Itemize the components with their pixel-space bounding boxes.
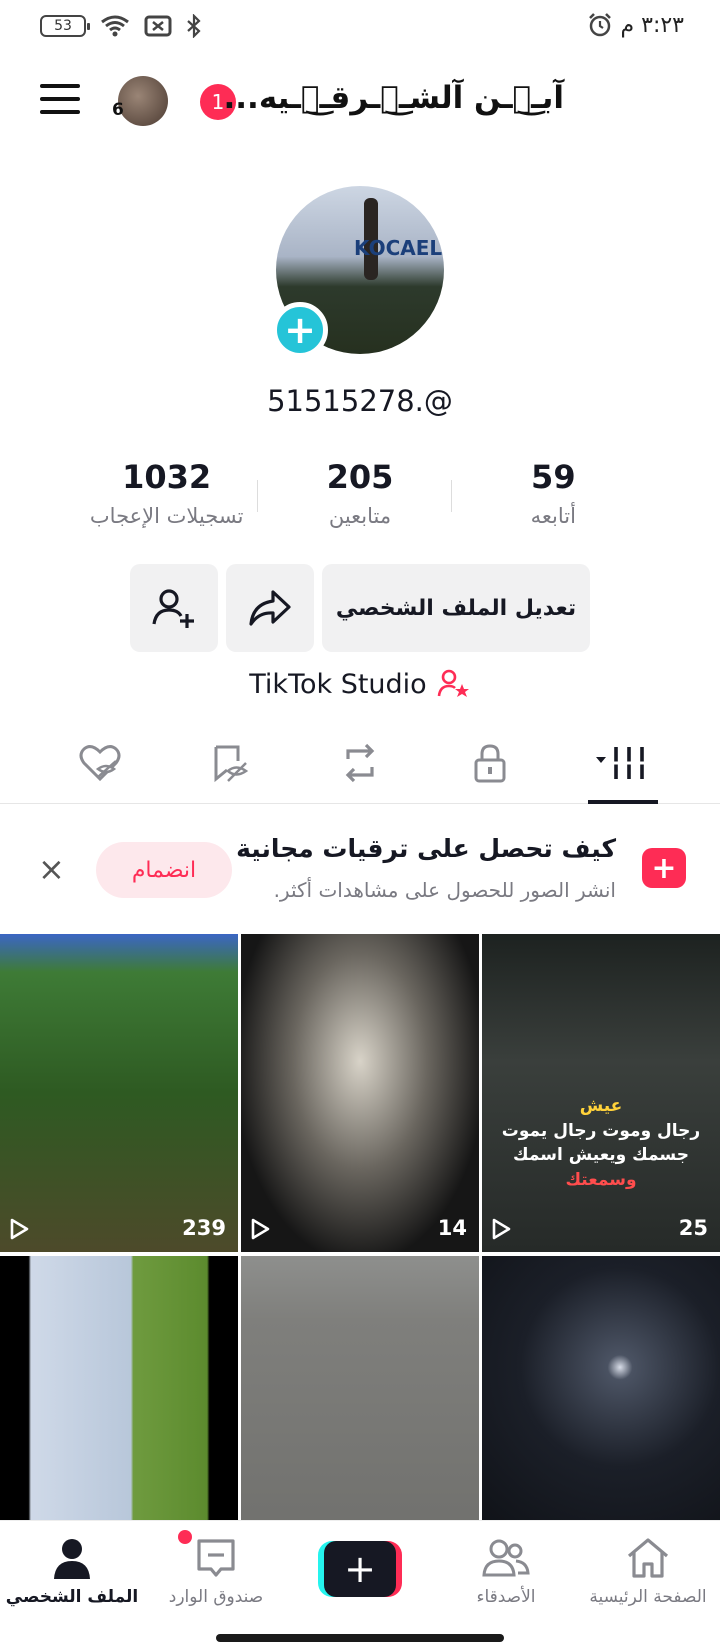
home-indicator[interactable] bbox=[216, 1634, 504, 1642]
bookmark-hidden-icon bbox=[214, 745, 249, 783]
creator-star-icon bbox=[437, 669, 469, 697]
stat-followers[interactable]: 205 متابعين bbox=[257, 458, 456, 548]
share-icon bbox=[249, 590, 291, 626]
sim-off-icon bbox=[144, 15, 172, 37]
add-friends-button[interactable] bbox=[130, 564, 218, 652]
bluetooth-icon bbox=[187, 14, 201, 38]
home-icon bbox=[578, 1533, 718, 1583]
stat-likes[interactable]: 1032 تسجيلات الإعجاب bbox=[70, 458, 263, 548]
view-count: 239 bbox=[182, 1216, 226, 1240]
profile-stats: 1032 تسجيلات الإعجاب 205 متابعين 59 أتاب… bbox=[70, 458, 650, 548]
lock-icon bbox=[474, 744, 506, 783]
profile-icon bbox=[2, 1533, 142, 1583]
add-story-button[interactable]: + bbox=[272, 302, 328, 358]
bottom-navigation: الملف الشخصي صندوق الوارد + الأصدقاء الص… bbox=[0, 1520, 720, 1632]
tab-liked[interactable] bbox=[70, 738, 130, 788]
tab-favorites[interactable] bbox=[200, 738, 260, 788]
close-icon[interactable]: × bbox=[38, 850, 65, 888]
edit-profile-button[interactable]: تعديل الملف الشخصي bbox=[322, 564, 590, 652]
nav-inbox[interactable]: صندوق الوارد bbox=[146, 1533, 286, 1607]
caption-line: عيش bbox=[579, 1096, 623, 1116]
menu-icon bbox=[40, 84, 80, 88]
user-handle: 51515278.@ bbox=[267, 384, 453, 418]
nav-label: صندوق الوارد bbox=[168, 1587, 264, 1607]
stat-label: تسجيلات الإعجاب bbox=[89, 504, 244, 528]
caption-line: رجال وموت رجال يموت bbox=[501, 1120, 701, 1141]
inbox-icon bbox=[146, 1533, 286, 1583]
tab-reposts[interactable] bbox=[330, 738, 390, 788]
stat-divider bbox=[450, 480, 452, 512]
clock-time: ٣:٢٣ م bbox=[620, 12, 685, 38]
video-thumbnail[interactable]: 239 bbox=[0, 934, 238, 1252]
add-user-icon bbox=[152, 589, 194, 628]
promo-title: كيف تحصل على ترقيات مجانية bbox=[236, 834, 616, 863]
view-count: 25 bbox=[678, 1216, 708, 1240]
nav-home[interactable]: الصفحة الرئيسية bbox=[578, 1533, 718, 1607]
avatar-badge: 6 bbox=[112, 100, 124, 120]
create-button[interactable]: + bbox=[318, 1541, 402, 1597]
stat-value: 205 bbox=[326, 458, 394, 496]
inbox-unread-dot bbox=[178, 1530, 192, 1544]
battery-icon: 53 bbox=[40, 15, 90, 37]
tab-private[interactable] bbox=[460, 738, 520, 788]
content-tabs bbox=[0, 728, 720, 804]
studio-label: TikTok Studio bbox=[249, 668, 427, 700]
alarm-icon bbox=[588, 13, 611, 37]
status-icons-left: 53 bbox=[40, 14, 202, 38]
promo-banner: + كيف تحصل على ترقيات مجانية انشر الصور … bbox=[0, 804, 720, 934]
stat-value: 59 bbox=[531, 458, 576, 496]
caption-line: وسمعتك bbox=[565, 1169, 637, 1190]
account-name[interactable]: آبـ๋͜ـن آلشـ๋͜ـرقـ๋͜ـيه... bbox=[223, 80, 564, 116]
stat-divider bbox=[257, 480, 259, 512]
stat-value: 1032 bbox=[122, 458, 212, 496]
profile-actions: تعديل الملف الشخصي bbox=[130, 564, 590, 652]
view-count: 14 bbox=[437, 1216, 467, 1240]
video-thumbnail[interactable]: عيش رجال وموت رجال يموت جسمك ويعيش اسمك … bbox=[482, 934, 720, 1252]
join-button[interactable]: انضمام bbox=[96, 842, 232, 898]
battery-level: 53 bbox=[54, 18, 72, 34]
nav-friends[interactable]: الأصدقاء bbox=[436, 1533, 576, 1607]
play-icon bbox=[251, 1218, 270, 1240]
nav-label: الصفحة الرئيسية bbox=[589, 1587, 707, 1607]
friends-icon bbox=[436, 1533, 576, 1583]
status-icons-right: ٣:٢٣ م bbox=[587, 12, 685, 38]
profile-header: 6 1 آبـ๋͜ـن آلشـ๋͜ـرقـ๋͜ـيه... bbox=[0, 70, 720, 132]
video-grid-icon bbox=[596, 747, 646, 779]
heart-hidden-icon bbox=[79, 745, 121, 782]
caption-line: جسمك ويعيش اسمك bbox=[513, 1145, 689, 1166]
video-caption: عيش رجال وموت رجال يموت جسمك ويعيش اسمك … bbox=[482, 1094, 720, 1193]
menu-button[interactable] bbox=[40, 84, 80, 114]
promo-subtitle: انشر الصور للحصول على مشاهدات أكثر. bbox=[273, 878, 616, 902]
play-icon bbox=[10, 1218, 29, 1240]
nav-profile[interactable]: الملف الشخصي bbox=[2, 1533, 142, 1607]
stat-following[interactable]: 59 أتابعه bbox=[450, 458, 650, 548]
create-plus-icon: + bbox=[324, 1541, 396, 1597]
wifi-icon bbox=[101, 15, 129, 37]
tab-videos[interactable] bbox=[590, 738, 656, 788]
photo-sign: KOCAELİ bbox=[354, 236, 444, 260]
nav-label: الملف الشخصي bbox=[5, 1587, 139, 1607]
repost-icon bbox=[345, 743, 375, 783]
account-switcher-avatar[interactable] bbox=[118, 76, 168, 126]
share-profile-button[interactable] bbox=[226, 564, 314, 652]
stat-label: متابعين bbox=[328, 504, 392, 528]
tiktok-studio-link[interactable]: TikTok Studio bbox=[0, 668, 720, 700]
video-thumbnail[interactable]: 14 bbox=[241, 934, 479, 1252]
nav-label: الأصدقاء bbox=[476, 1587, 536, 1607]
video-grid: 239 14 عيش رجال وموت رجال يموت جسمك ويعي… bbox=[0, 934, 720, 1574]
play-icon bbox=[492, 1218, 511, 1240]
stat-label: أتابعه bbox=[530, 504, 576, 528]
plus-camera-icon: + bbox=[642, 848, 686, 888]
status-bar: 53 ٣:٢٣ م bbox=[0, 0, 720, 52]
